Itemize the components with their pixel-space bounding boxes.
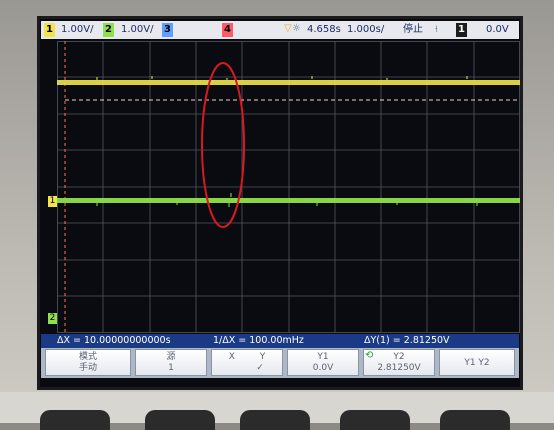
channel-1-trace	[57, 80, 520, 85]
channel-1-marker[interactable]: 1	[48, 196, 57, 207]
softkey-y1-label: Y1	[317, 352, 329, 362]
softkey-y2-label: Y2	[393, 352, 405, 362]
softkey-x-label: X	[228, 352, 235, 362]
softkey-y1-value: 0.0V	[312, 363, 334, 373]
channel-2-scale[interactable]: 1.00V/	[121, 23, 153, 37]
trigger-edge-icon: ⟊	[435, 24, 438, 35]
channel-2-marker[interactable]: 2	[48, 313, 57, 324]
softkey-y-label: Y	[259, 352, 266, 362]
trigger-level[interactable]: 0.0V	[486, 23, 509, 37]
trigger-delay[interactable]: 4.658s	[307, 23, 341, 37]
softkey-button[interactable]	[340, 410, 410, 430]
softkey-y2[interactable]: Y2 2.81250V	[363, 349, 435, 376]
run-state[interactable]: 停止	[403, 23, 423, 37]
channel-2-trace	[57, 198, 520, 203]
status-bar: 1 1.00V/ 2 1.00V/ 3 4 ▽ ☼ 4.658s 1.000s/…	[41, 21, 519, 39]
check-icon: ✓	[256, 363, 264, 373]
softkey-source[interactable]: 源 1	[135, 349, 207, 376]
softkey-mode-label: 模式	[78, 352, 97, 362]
softkey-y2-value: 2.81250V	[377, 363, 421, 373]
rotate-knob-icon: ⟲	[365, 350, 374, 361]
softkey-mode-value: 手动	[78, 363, 97, 373]
channel-4-badge[interactable]: 4	[222, 23, 233, 37]
channel-2-badge[interactable]: 2	[103, 23, 114, 37]
time-scale[interactable]: 1.000s/	[347, 23, 384, 37]
softkey-source-label: 源	[166, 352, 176, 362]
channel-1-scale[interactable]: 1.00V/	[61, 23, 93, 37]
softkey-button[interactable]	[240, 410, 310, 430]
softkey-xy[interactable]: X Y ✓	[211, 349, 283, 376]
softkey-menu: 模式 手动 源 1 X Y ✓ Y1 0.0V Y2 2.81250V ⟲ Y1…	[41, 348, 519, 378]
waveform-display	[57, 41, 520, 333]
sun-icon: ☼	[292, 23, 301, 34]
softkey-mode[interactable]: 模式 手动	[45, 349, 131, 376]
inverse-delta-x-readout: 1/ΔX = 100.00mHz	[213, 335, 304, 346]
delta-x-readout: ΔX = 10.00000000000s	[57, 335, 171, 346]
softkey-button[interactable]	[145, 410, 215, 430]
softkey-y1[interactable]: Y1 0.0V	[287, 349, 359, 376]
softkey-y1-y2[interactable]: Y1 Y2	[439, 349, 515, 376]
softkey-button[interactable]	[40, 410, 110, 430]
softkey-button[interactable]	[440, 410, 510, 430]
channel-1-badge[interactable]: 1	[44, 23, 55, 37]
measurement-bar: ΔX = 10.00000000000s 1/ΔX = 100.00mHz ΔY…	[41, 334, 519, 348]
delta-y-readout: ΔY(1) = 2.81250V	[364, 335, 450, 346]
softkey-source-value: 1	[168, 363, 174, 373]
channel-3-badge[interactable]: 3	[162, 23, 173, 37]
softkey-y1-y2-label: Y1 Y2	[464, 358, 490, 368]
trigger-source-badge[interactable]: 1	[456, 23, 467, 37]
trigger-marker-icon: ▽	[284, 23, 292, 34]
